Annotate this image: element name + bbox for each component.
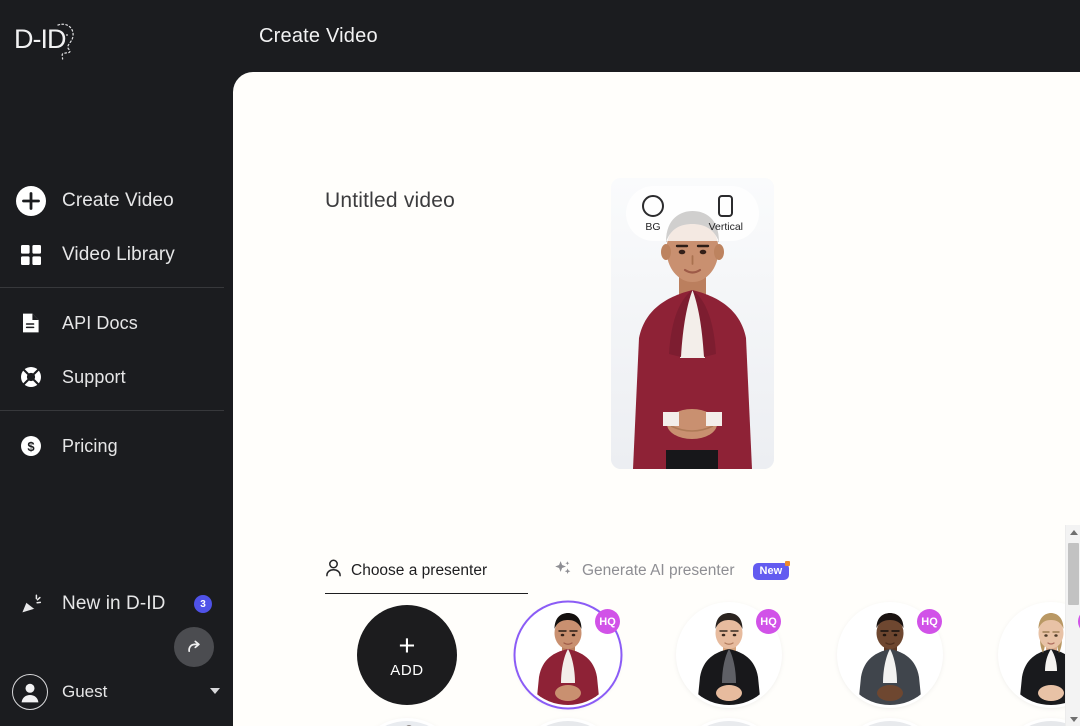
app-root: D-ID Create Video Video Library API Docs… (0, 0, 1080, 726)
tab-label: Generate AI presenter (582, 562, 735, 579)
new-in-did-count-badge: 3 (194, 595, 212, 613)
sidebar-group-primary: Create Video Video Library (0, 174, 233, 282)
plus-icon: + (398, 629, 416, 662)
presenter-thumbnail (357, 721, 457, 726)
sidebar-item-pricing[interactable]: $ Pricing (0, 419, 233, 473)
add-label: ADD (390, 661, 424, 679)
presenter-thumbnail (840, 721, 940, 726)
sidebar-item-label: New in D-ID (62, 593, 166, 614)
sidebar-item-label: Pricing (62, 435, 118, 456)
presenter-grid: + ADD HQ HQ HQ (346, 605, 1080, 726)
presenter-thumbnail (679, 721, 779, 726)
video-preview[interactable]: BG Vertical (611, 178, 774, 469)
sidebar-divider-2 (0, 410, 224, 411)
sparkles-icon (554, 559, 573, 583)
add-presenter-button[interactable]: + ADD (357, 605, 457, 705)
rounded-rect-outline-icon (718, 194, 734, 217)
user-avatar-icon (21, 683, 39, 703)
sidebar-divider-1 (0, 287, 224, 288)
presenter-tile[interactable]: HQ (518, 605, 620, 705)
top-bar: Create Video (233, 0, 1080, 72)
vertical-control[interactable]: Vertical (708, 194, 743, 233)
sidebar-item-api-docs[interactable]: API Docs (0, 296, 233, 350)
sidebar-item-label: API Docs (62, 312, 138, 333)
tab-choose-a-presenter[interactable]: Choose a presenter (325, 559, 528, 594)
presenter-tile[interactable]: HQ (840, 605, 942, 705)
did-face-logo[interactable]: D-ID (12, 16, 92, 62)
document-icon (14, 306, 48, 340)
grid-squares-icon (14, 238, 48, 272)
main-content-card: Untitled video BG Vertical Choose a pres… (233, 72, 1080, 726)
svg-text:$: $ (27, 439, 35, 454)
preview-controls: BG Vertical (626, 186, 759, 241)
triangle-up-icon (1069, 529, 1078, 535)
presenter-tile[interactable] (840, 721, 940, 726)
presenter-tile[interactable]: HQ (679, 605, 781, 705)
svg-text:D-ID: D-ID (14, 24, 66, 54)
avatar (12, 674, 48, 710)
person-outline-icon (325, 559, 342, 582)
bg-control-label: BG (645, 220, 661, 233)
presenter-thumbnail (518, 721, 618, 726)
sidebar-item-video-library[interactable]: Video Library (0, 228, 233, 282)
vertical-control-label: Vertical (708, 220, 743, 233)
sidebar: D-ID Create Video Video Library API Docs… (0, 0, 233, 726)
sidebar-item-label: Video Library (62, 244, 175, 265)
hq-badge: HQ (917, 609, 942, 634)
presenter-tile[interactable] (518, 721, 618, 726)
collapse-sidebar-button[interactable] (174, 627, 214, 667)
hq-badge: HQ (595, 609, 620, 634)
new-badge: New (752, 560, 790, 580)
sidebar-group-tertiary: $ Pricing (0, 419, 233, 473)
megaphone-icon (14, 587, 48, 621)
user-name: Guest (62, 682, 108, 701)
lifebuoy-icon (14, 360, 48, 394)
plus-circle-icon (14, 184, 48, 218)
redo-arrow-icon (188, 640, 200, 653)
page-title: Create Video (259, 24, 378, 47)
tab-generate-ai-presenter[interactable]: Generate AI presenter New (554, 559, 790, 594)
sidebar-item-create-video[interactable]: Create Video (0, 174, 233, 228)
circle-outline-icon (642, 194, 664, 217)
dollar-circle-icon: $ (14, 429, 48, 463)
chevron-down-icon[interactable] (210, 688, 220, 694)
scroll-up-arrow[interactable] (1066, 525, 1080, 539)
presenter-tile[interactable] (357, 721, 457, 726)
triangle-down-icon (1069, 716, 1078, 722)
tab-label: Choose a presenter (351, 561, 488, 579)
hq-badge: HQ (756, 609, 781, 634)
sidebar-item-label: Create Video (62, 190, 174, 211)
sidebar-item-support[interactable]: Support (0, 350, 233, 404)
presenter-tile[interactable] (679, 721, 779, 726)
scrollbar-thumb[interactable] (1068, 543, 1079, 605)
user-menu[interactable]: Guest (12, 672, 222, 712)
presenter-tabs: Choose a presenter Generate AI presenter… (325, 559, 790, 594)
sidebar-group-secondary: API Docs Support (0, 296, 233, 404)
bg-control[interactable]: BG (642, 194, 664, 233)
scroll-down-arrow[interactable] (1066, 712, 1080, 726)
sidebar-item-label: Support (62, 366, 126, 387)
video-title[interactable]: Untitled video (325, 189, 455, 213)
